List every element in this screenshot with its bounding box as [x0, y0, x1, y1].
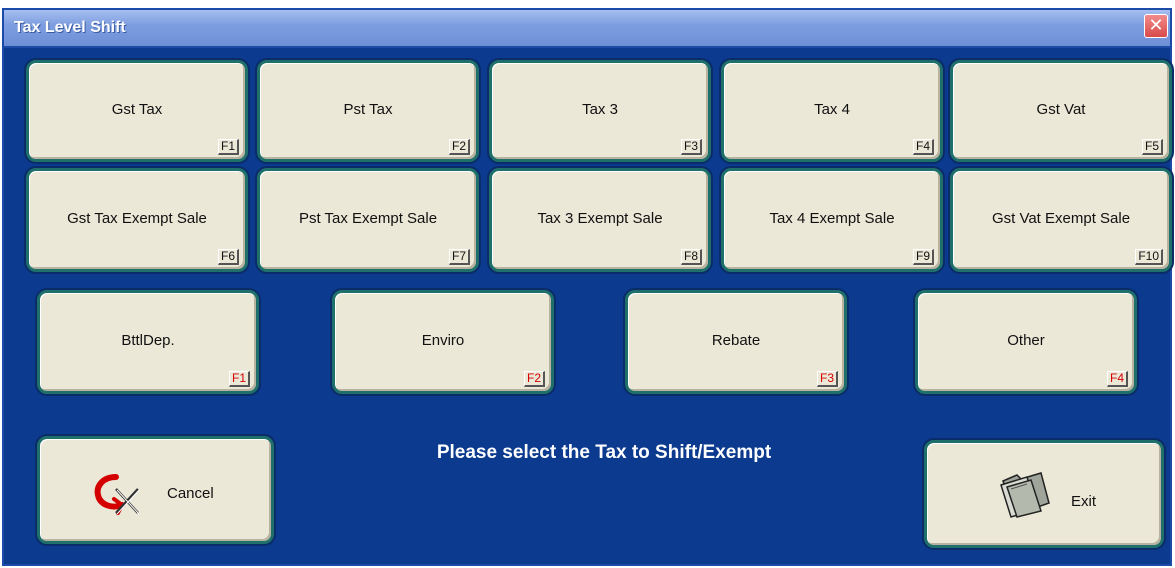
hotkey-label: F3 [680, 139, 702, 155]
button-label: Gst Vat Exempt Sale [991, 209, 1131, 227]
exit-button[interactable]: Exit [924, 440, 1164, 548]
hotkey-label: F1 [228, 371, 250, 387]
tax-3-exempt-sale-button[interactable]: Tax 3 Exempt Sale F8 [489, 168, 711, 272]
tax-4-button[interactable]: Tax 4 F4 [721, 60, 943, 162]
hotkey-label: F2 [523, 371, 545, 387]
cancel-icon [94, 471, 144, 522]
hotkey-label: F2 [448, 139, 470, 155]
hotkey-label: F3 [816, 371, 838, 387]
hotkey-label: F1 [217, 139, 239, 155]
hotkey-label: F5 [1141, 139, 1163, 155]
hotkey-label: F8 [680, 249, 702, 265]
button-label: Rebate [711, 331, 761, 349]
button-label: Tax 4 [814, 100, 850, 118]
folder-icon [997, 467, 1055, 524]
button-label: Pst Tax Exempt Sale [298, 209, 438, 227]
cancel-button[interactable]: Cancel [37, 436, 274, 544]
pst-tax-button[interactable]: Pst Tax F2 [257, 60, 479, 162]
hotkey-label: F9 [912, 249, 934, 265]
enviro-button[interactable]: Enviro F2 [332, 290, 554, 394]
hotkey-label: F7 [448, 249, 470, 265]
close-button[interactable]: ✕ [1144, 14, 1168, 38]
button-label: Tax 3 [582, 100, 618, 118]
hotkey-label: F4 [1106, 371, 1128, 387]
window-title: Tax Level Shift [14, 19, 126, 36]
button-label: Other [1007, 331, 1045, 349]
other-button[interactable]: Other F4 [915, 290, 1137, 394]
gst-tax-button[interactable]: Gst Tax F1 [26, 60, 248, 162]
tax-4-exempt-sale-button[interactable]: Tax 4 Exempt Sale F9 [721, 168, 943, 272]
button-label: BttlDep. [121, 331, 175, 349]
bottle-deposit-button[interactable]: BttlDep. F1 [37, 290, 259, 394]
pst-tax-exempt-sale-button[interactable]: Pst Tax Exempt Sale F7 [257, 168, 479, 272]
button-label: Pst Tax [343, 100, 393, 118]
button-label: Tax 3 Exempt Sale [537, 209, 663, 227]
button-label: Gst Tax Exempt Sale [67, 209, 207, 227]
tax-level-shift-window: Tax Level Shift ✕ Gst Tax F1 Pst Tax F2 … [2, 8, 1172, 566]
button-label: Gst Tax [111, 100, 163, 118]
instruction-text: Please select the Tax to Shift/Exempt [436, 442, 772, 463]
title-bar: Tax Level Shift ✕ [4, 10, 1170, 48]
cancel-label: Cancel [167, 485, 214, 502]
button-label: Enviro [421, 331, 465, 349]
button-label: Tax 4 Exempt Sale [769, 209, 895, 227]
button-label: Gst Vat [1036, 100, 1086, 118]
gst-tax-exempt-sale-button[interactable]: Gst Tax Exempt Sale F6 [26, 168, 248, 272]
hotkey-label: F6 [217, 249, 239, 265]
hotkey-label: F10 [1135, 249, 1163, 265]
rebate-button[interactable]: Rebate F3 [625, 290, 847, 394]
gst-vat-button[interactable]: Gst Vat F5 [950, 60, 1172, 162]
tax-3-button[interactable]: Tax 3 F3 [489, 60, 711, 162]
exit-label: Exit [1071, 493, 1097, 510]
hotkey-label: F4 [912, 139, 934, 155]
gst-vat-exempt-sale-button[interactable]: Gst Vat Exempt Sale F10 [950, 168, 1172, 272]
